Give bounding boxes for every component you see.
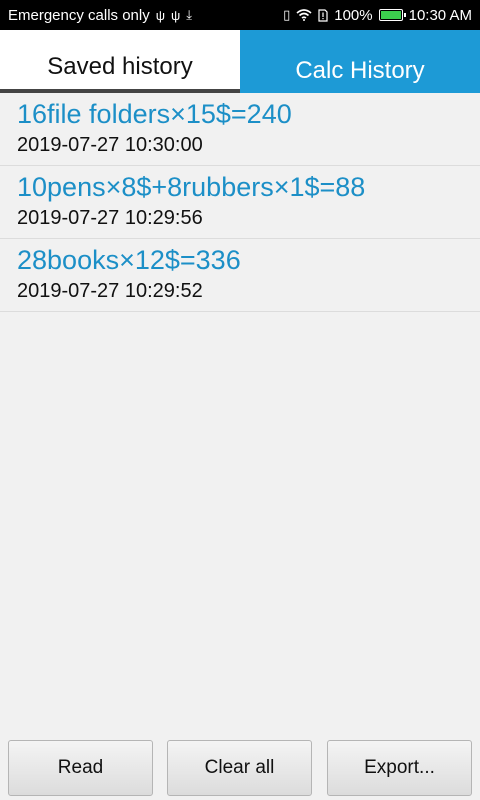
battery-icon xyxy=(378,9,406,21)
history-expression: 16file folders×15$=240 xyxy=(17,99,292,129)
clock: 10:30 AM xyxy=(408,6,472,24)
usb-icon: ψ xyxy=(171,7,181,23)
carrier-text: Emergency calls only xyxy=(8,6,150,24)
history-timestamp: 2019-07-27 10:29:52 xyxy=(17,280,203,302)
history-timestamp: 2019-07-27 10:30:00 xyxy=(17,134,203,156)
status-bar-right: ▯ 100% 10:30 AM xyxy=(283,7,472,24)
battery-percent: 100% xyxy=(334,6,373,24)
history-expression: 10pens×8$+8rubbers×1$=88 xyxy=(17,172,366,202)
vibrate-icon: ▯ xyxy=(283,7,291,22)
sim-icon xyxy=(318,8,328,22)
read-button[interactable]: Read xyxy=(8,740,153,796)
status-bar: Emergency calls only ψ ψ ⤓ ▯ 100% 10:30 … xyxy=(0,0,480,30)
download-icon: ⤓ xyxy=(186,7,193,22)
clear-all-button[interactable]: Clear all xyxy=(167,740,312,796)
list-item[interactable]: 28books×12$=336 2019-07-27 10:29:52 xyxy=(0,239,480,312)
tab-saved-history[interactable]: Saved history xyxy=(0,30,240,93)
list-item[interactable]: 16file folders×15$=240 2019-07-27 10:30:… xyxy=(0,93,480,166)
history-expression: 28books×12$=336 xyxy=(17,245,241,275)
wifi-icon xyxy=(296,9,312,21)
history-list: 16file folders×15$=240 2019-07-27 10:30:… xyxy=(0,93,480,312)
list-item[interactable]: 10pens×8$+8rubbers×1$=88 2019-07-27 10:2… xyxy=(0,166,480,239)
bottom-bar: Read Clear all Export... xyxy=(0,740,480,800)
history-timestamp: 2019-07-27 10:29:56 xyxy=(17,207,203,229)
export-button[interactable]: Export... xyxy=(327,740,472,796)
tab-bar: Saved history Calc History xyxy=(0,30,480,93)
usb-icon: ψ xyxy=(155,7,166,23)
status-bar-left: Emergency calls only ψ ψ ⤓ xyxy=(8,7,192,24)
tab-calc-history[interactable]: Calc History xyxy=(240,30,480,93)
